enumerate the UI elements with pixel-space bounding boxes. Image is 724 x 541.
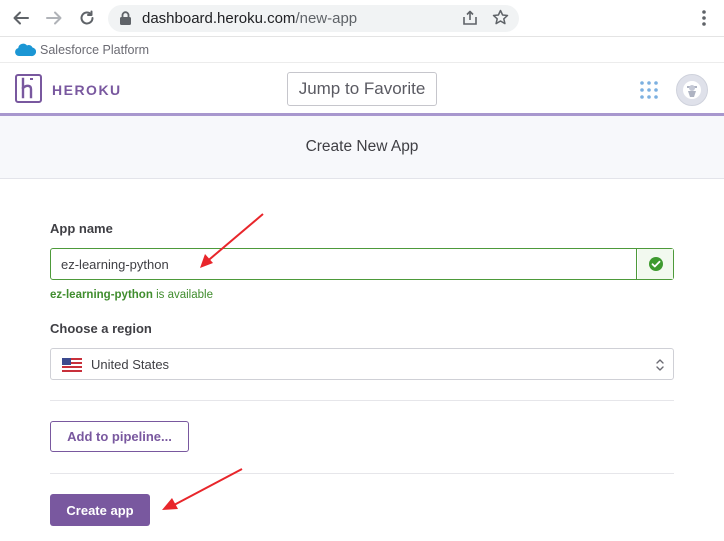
availability-app-name: ez-learning-python bbox=[50, 289, 153, 301]
star-icon[interactable] bbox=[492, 9, 509, 31]
availability-suffix: is available bbox=[152, 289, 213, 301]
salesforce-label: Salesforce Platform bbox=[40, 43, 150, 57]
back-arrow-icon[interactable] bbox=[11, 8, 31, 28]
app-name-input[interactable] bbox=[51, 249, 637, 279]
more-vert-icon[interactable] bbox=[694, 8, 714, 33]
check-circle-icon bbox=[638, 249, 673, 279]
add-to-pipeline-button[interactable]: Add to pipeline... bbox=[50, 421, 189, 452]
forward-arrow-icon[interactable] bbox=[44, 8, 64, 28]
annotation-arrow bbox=[162, 468, 243, 510]
app-name-label: App name bbox=[50, 221, 113, 236]
us-flag-icon bbox=[62, 358, 82, 377]
jump-to-favorite-button[interactable]: Jump to Favorite bbox=[287, 72, 437, 106]
browser-toolbar: dashboard.heroku.com/new-app bbox=[0, 0, 724, 37]
url-domain: dashboard.heroku.com bbox=[142, 10, 296, 27]
salesforce-cloud-icon bbox=[14, 42, 37, 62]
app-name-field bbox=[50, 248, 674, 280]
address-bar[interactable]: dashboard.heroku.com/new-app bbox=[108, 5, 519, 32]
apps-grid-icon[interactable] bbox=[640, 81, 658, 99]
region-selected-value: United States bbox=[91, 357, 170, 372]
divider bbox=[50, 400, 674, 401]
availability-message: ez-learning-python is available bbox=[50, 289, 213, 301]
divider bbox=[50, 473, 674, 474]
page-title: Create New App bbox=[305, 138, 419, 155]
avatar-icon[interactable] bbox=[676, 74, 708, 106]
region-select[interactable]: United States bbox=[50, 348, 674, 380]
share-icon[interactable] bbox=[462, 10, 478, 31]
reload-icon[interactable] bbox=[77, 8, 97, 28]
select-arrows-icon bbox=[655, 358, 665, 377]
heroku-logo-icon[interactable] bbox=[15, 74, 42, 103]
heroku-header: HEROKU Jump to Favorite bbox=[0, 63, 724, 116]
url-path: /new-app bbox=[295, 10, 358, 27]
page-title-bar: Create New App bbox=[0, 116, 724, 179]
create-app-button[interactable]: Create app bbox=[50, 494, 150, 526]
heroku-wordmark[interactable]: HEROKU bbox=[52, 82, 122, 98]
salesforce-bar: Salesforce Platform bbox=[0, 37, 724, 63]
region-label: Choose a region bbox=[50, 321, 152, 336]
url-text[interactable]: dashboard.heroku.com/new-app bbox=[142, 10, 357, 27]
lock-icon[interactable] bbox=[119, 11, 132, 31]
